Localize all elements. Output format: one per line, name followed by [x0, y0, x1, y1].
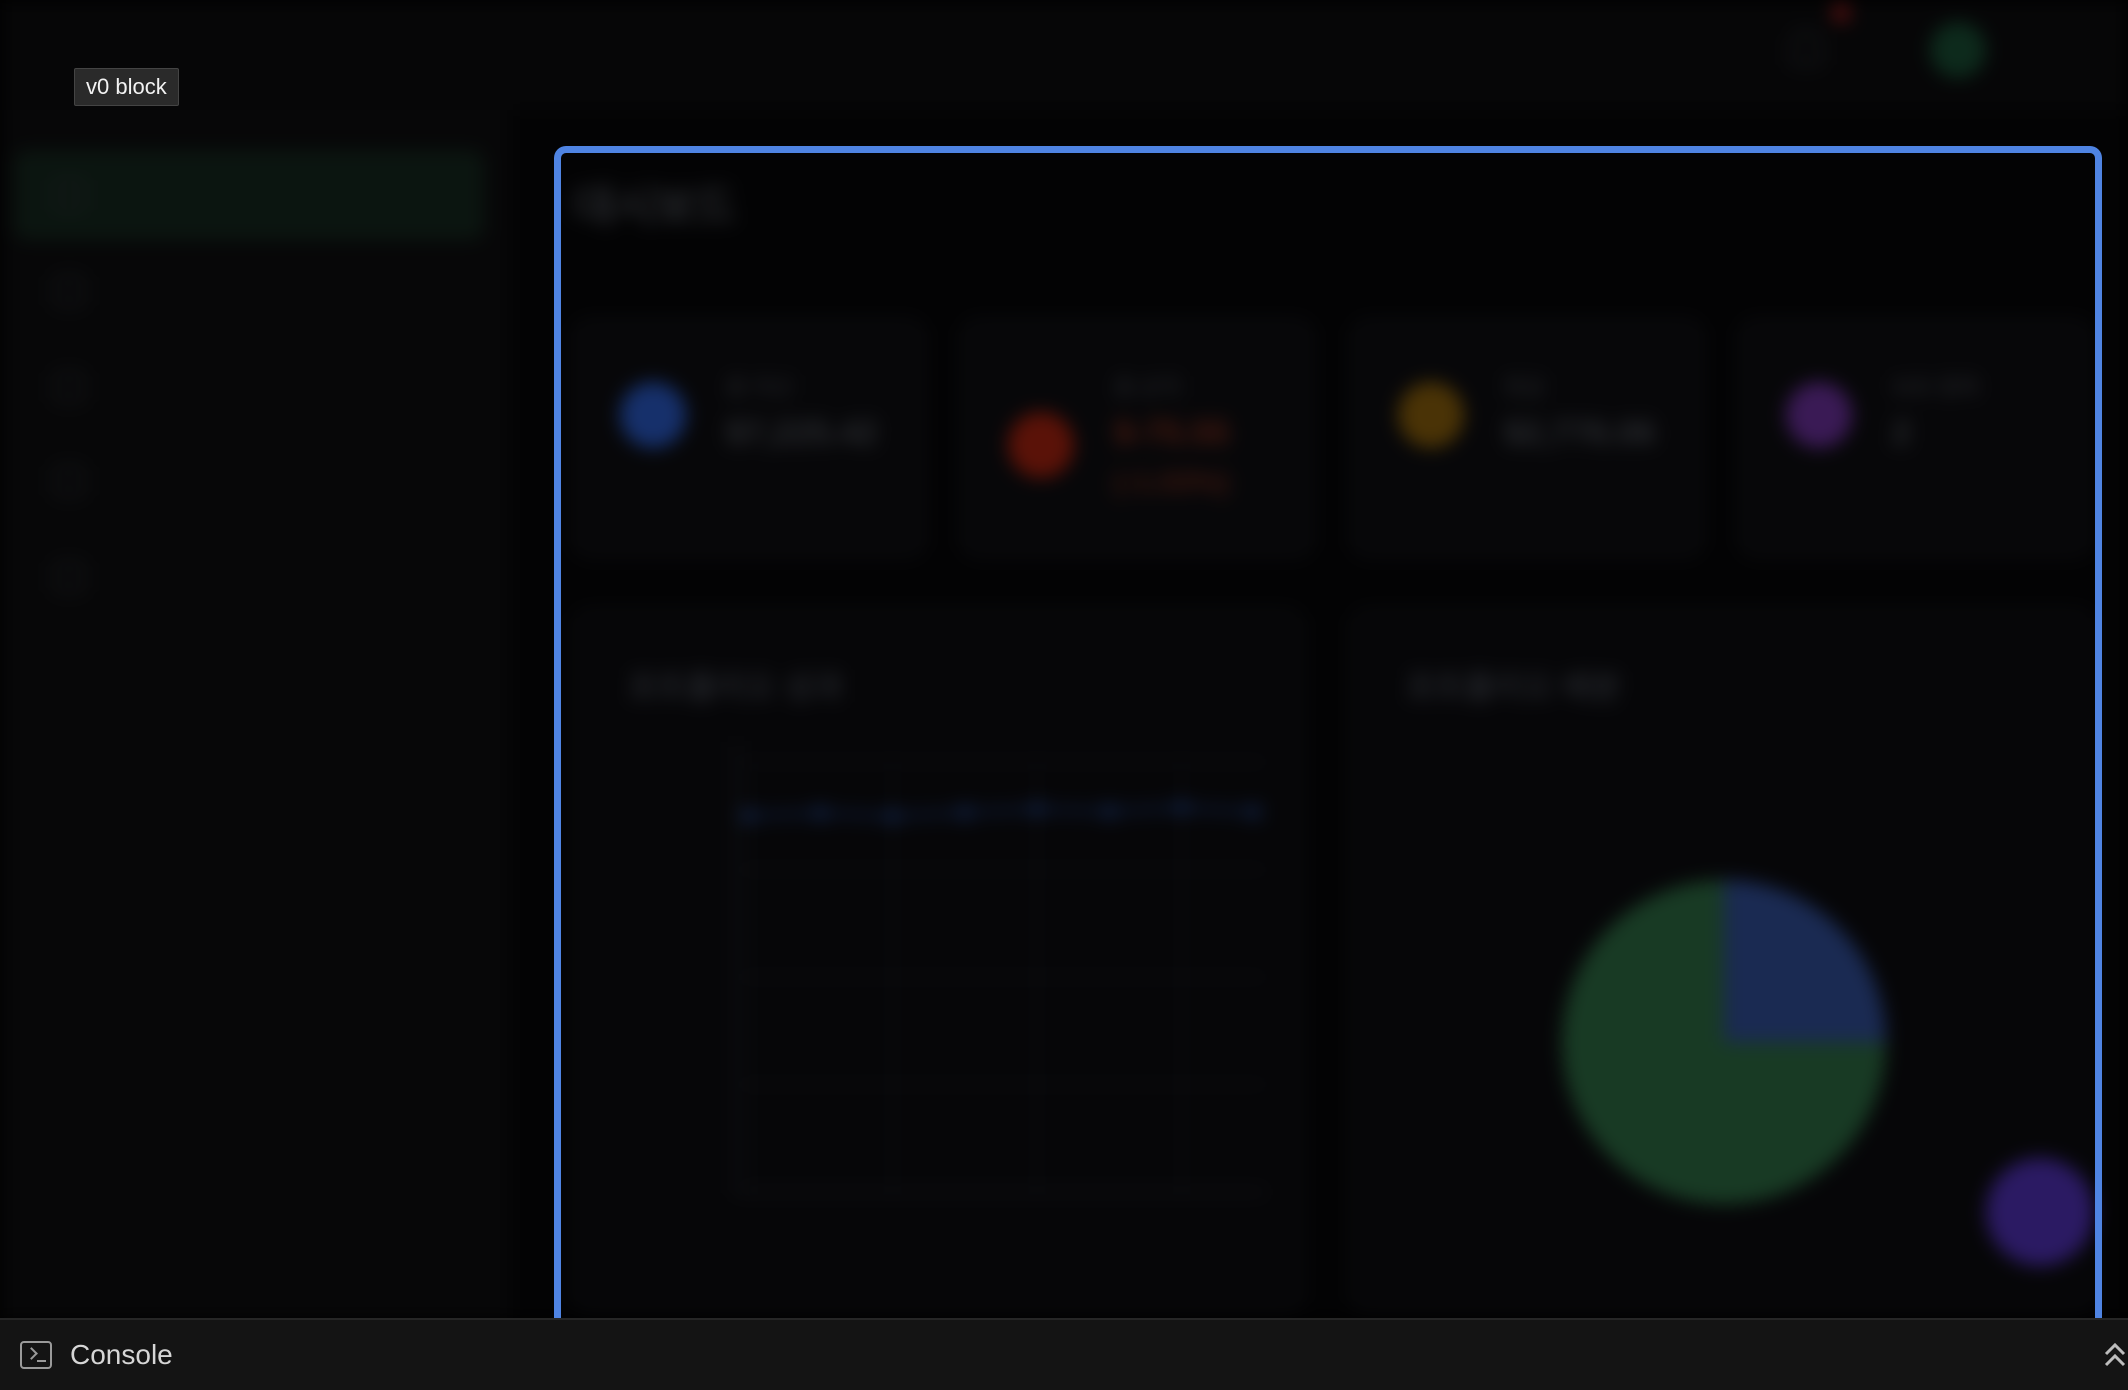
app-header	[0, 0, 2128, 110]
history-icon	[54, 466, 84, 496]
avatar[interactable]	[1930, 22, 1986, 78]
trade-icon	[54, 372, 84, 402]
notification-dot	[1832, 4, 1850, 22]
console-bar[interactable]: Console	[0, 1318, 2128, 1390]
chart-icon	[54, 276, 84, 306]
sidebar-item-trade[interactable]	[14, 342, 484, 432]
sidebar-item-history[interactable]	[14, 436, 484, 526]
sidebar	[0, 110, 510, 1320]
sidebar-item-portfolio[interactable]	[14, 246, 484, 336]
bell-icon[interactable]	[1790, 30, 1822, 66]
terminal-icon	[20, 1341, 52, 1369]
block-selection-outline	[554, 146, 2102, 1326]
sidebar-item-settings[interactable]	[14, 532, 484, 622]
console-label: Console	[70, 1339, 173, 1370]
home-icon	[54, 180, 84, 210]
screen: 대시보드 총 자산 $7,225.42 총 손익 $-75.55 (-1.03%…	[0, 0, 2128, 1390]
block-badge: v0 block	[74, 68, 179, 106]
sidebar-item-dashboard[interactable]	[14, 150, 484, 240]
gear-icon	[54, 562, 84, 592]
chevron-up-icon[interactable]	[2104, 1340, 2126, 1370]
